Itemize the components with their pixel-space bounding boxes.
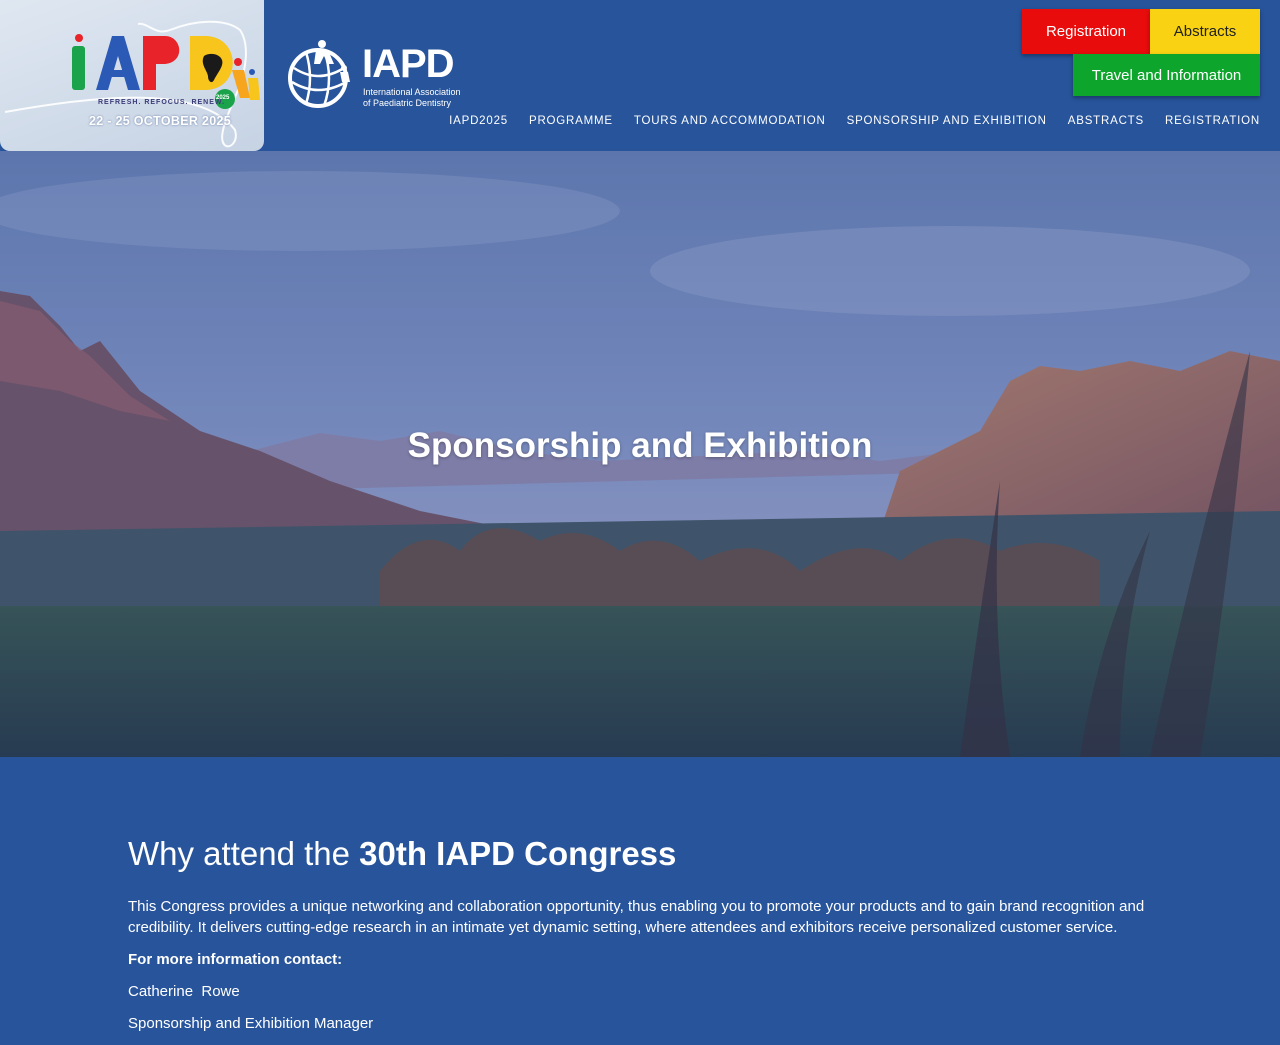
globe-icon [288, 40, 350, 108]
hero-banner: Sponsorship and Exhibition [0, 151, 1280, 757]
event-dates: 22 - 25 OCTOBER 2025 [89, 114, 231, 128]
heading-prefix: Why attend the [128, 835, 350, 872]
contact-label: For more information contact: [128, 951, 343, 968]
site-header: IAPD REFRESH. REFOCUS. RENEW. 2025 22 - … [0, 0, 1280, 151]
travel-information-button[interactable]: Travel and Information [1073, 54, 1260, 96]
nav-item-sponsorship-exhibition[interactable]: SPONSORSHIP AND EXHIBITION [847, 115, 1047, 127]
heading-bold: 30th IAPD Congress [359, 835, 677, 872]
nav-item-programme[interactable]: PROGRAMME [529, 115, 613, 127]
event-logo[interactable]: IAPD REFRESH. REFOCUS. RENEW. 2025 22 - … [0, 0, 264, 151]
event-logo-letter: P [0, 0, 1, 1]
abstracts-button[interactable]: Abstracts [1150, 9, 1260, 54]
registration-button[interactable]: Registration [1022, 9, 1150, 54]
nav-item-registration[interactable]: REGISTRATION [1165, 115, 1260, 127]
main-nav: IAPD2025 PROGRAMME TOURS AND ACCOMMODATI… [449, 115, 1260, 127]
nav-item-abstracts[interactable]: ABSTRACTS [1068, 115, 1144, 127]
event-logo-letter: D [0, 0, 1, 1]
section-heading: Why attend the 30th IAPD Congress [128, 834, 1158, 874]
event-logo-art: IAPD [0, 0, 260, 148]
contact-name: Catherine Rowe [128, 983, 240, 1000]
main-content: Why attend the 30th IAPD Congress This C… [128, 834, 1158, 1045]
event-badge: 2025 [216, 95, 230, 101]
nav-item-iapd2025[interactable]: IAPD2025 [449, 115, 508, 127]
org-subtitle-line-2: of Paediatric Dentistry [363, 98, 452, 108]
org-name: IAPD [362, 42, 455, 86]
org-subtitle-line-1: International Association [363, 87, 461, 97]
event-logo-letter: I [0, 0, 1, 1]
org-subtitle: International Association of Paediatric … [363, 87, 473, 109]
intro-paragraph: This Congress provides a unique networki… [128, 898, 1145, 936]
hero-title: Sponsorship and Exhibition [407, 426, 873, 465]
nav-item-tours-accommodation[interactable]: TOURS AND ACCOMMODATION [634, 115, 826, 127]
event-tagline: REFRESH. REFOCUS. RENEW. [98, 99, 226, 106]
event-logo-letter: A [0, 0, 1, 1]
org-logo[interactable]: IAPD International Association of Paedia… [284, 38, 464, 112]
